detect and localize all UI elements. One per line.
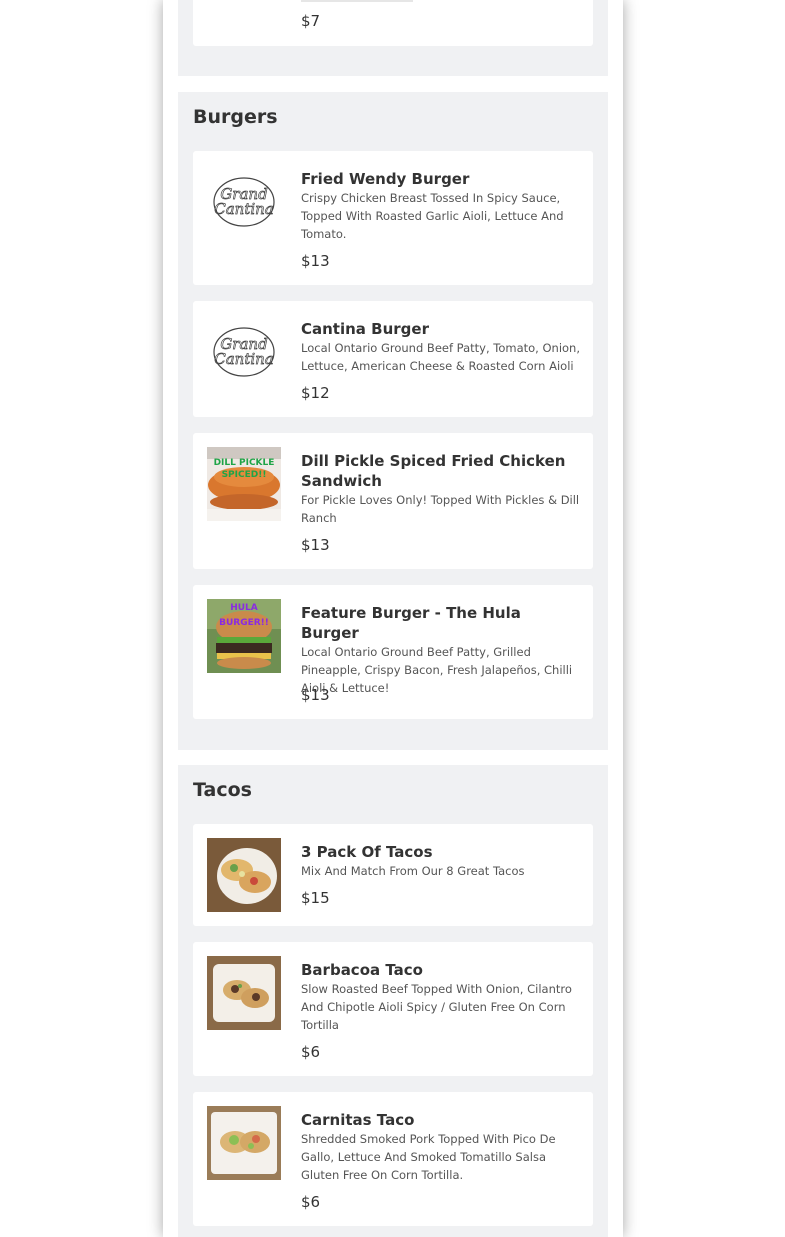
tacos-photo xyxy=(207,838,281,912)
item-description: Crispy Chicken Breast Tossed In Spicy Sa… xyxy=(301,191,564,241)
logo-text: Cantina xyxy=(214,200,274,218)
item-info: Fried Wendy Burger Crispy Chicken Breast… xyxy=(301,169,581,243)
menu-section-burgers: Burgers Grand Cantina Fried Wendy Burger… xyxy=(178,92,608,750)
item-price: $6 xyxy=(301,1193,321,1211)
taco-photo xyxy=(207,956,281,1030)
item-info: Cantina Burger Local Ontario Ground Beef… xyxy=(301,319,581,375)
taco-photo xyxy=(207,1106,281,1180)
photo-text: HULA xyxy=(230,603,258,613)
photo-text: SPICED!! xyxy=(222,470,267,480)
item-price: $13 xyxy=(301,252,330,270)
menu-item-card[interactable]: HULA BURGER!! Feature Burger - The Hula … xyxy=(193,585,593,719)
chicken-sandwich-photo: DILL PICKLE SPICED!! xyxy=(207,447,281,521)
menu-page: $7 Burgers Grand Cantina Fried Wendy Bur… xyxy=(163,0,623,1237)
item-description: Shredded Smoked Pork Topped With Pico De… xyxy=(301,1132,556,1182)
item-info: Dill Pickle Spiced Fried Chicken Sandwic… xyxy=(301,451,581,527)
menu-item-card[interactable]: $7 xyxy=(193,0,593,46)
photo-text: BURGER!! xyxy=(219,618,269,628)
item-description: Local Ontario Ground Beef Patty, Tomato,… xyxy=(301,341,580,373)
item-description: Slow Roasted Beef Topped With Onion, Cil… xyxy=(301,982,572,1032)
menu-item-card[interactable]: Barbacoa Taco Slow Roasted Beef Topped W… xyxy=(193,942,593,1076)
item-name: Fried Wendy Burger xyxy=(301,170,470,188)
item-name: Feature Burger - The Hula Burger xyxy=(301,604,521,642)
logo-text: Cantina xyxy=(214,350,274,368)
burger-photo: HULA BURGER!! xyxy=(207,599,281,673)
item-name: Barbacoa Taco xyxy=(301,961,423,979)
item-title-partial xyxy=(301,0,413,2)
item-info: Feature Burger - The Hula Burger Local O… xyxy=(301,603,581,697)
menu-section-tacos: Tacos 3 Pack Of Tacos Mix And Match From… xyxy=(178,765,608,1237)
item-name: Cantina Burger xyxy=(301,320,429,338)
menu-item-card[interactable]: DILL PICKLE SPICED!! Dill Pickle Spiced … xyxy=(193,433,593,569)
item-price: $13 xyxy=(301,536,330,554)
grand-cantina-logo: Grand Cantina xyxy=(207,315,281,389)
item-description: Mix And Match From Our 8 Great Tacos xyxy=(301,864,525,878)
section-title: Tacos xyxy=(193,779,252,801)
item-description: Local Ontario Ground Beef Patty, Grilled… xyxy=(301,645,573,695)
item-description: For Pickle Loves Only! Topped With Pickl… xyxy=(301,493,580,525)
item-price: $6 xyxy=(301,1043,321,1061)
item-info: 3 Pack Of Tacos Mix And Match From Our 8… xyxy=(301,842,581,880)
photo-text: DILL PICKLE xyxy=(214,458,275,468)
item-price: $12 xyxy=(301,384,330,402)
item-info: Barbacoa Taco Slow Roasted Beef Topped W… xyxy=(301,960,581,1034)
menu-item-card[interactable]: Grand Cantina Cantina Burger Local Ontar… xyxy=(193,301,593,417)
menu-item-card[interactable]: Grand Cantina Fried Wendy Burger Crispy … xyxy=(193,151,593,285)
item-image-partial xyxy=(207,0,281,14)
item-name: 3 Pack Of Tacos xyxy=(301,843,433,861)
grand-cantina-logo: Grand Cantina xyxy=(207,165,281,239)
item-name: Dill Pickle Spiced Fried Chicken Sandwic… xyxy=(301,452,566,490)
menu-item-card[interactable]: 3 Pack Of Tacos Mix And Match From Our 8… xyxy=(193,824,593,926)
menu-section-previous: $7 xyxy=(178,0,608,76)
menu-item-card[interactable]: Carnitas Taco Shredded Smoked Pork Toppe… xyxy=(193,1092,593,1226)
item-info: Carnitas Taco Shredded Smoked Pork Toppe… xyxy=(301,1110,581,1184)
item-price: $7 xyxy=(301,12,321,30)
section-title: Burgers xyxy=(193,106,278,128)
item-name: Carnitas Taco xyxy=(301,1111,415,1129)
item-price: $15 xyxy=(301,889,330,907)
item-price: $13 xyxy=(301,686,330,704)
